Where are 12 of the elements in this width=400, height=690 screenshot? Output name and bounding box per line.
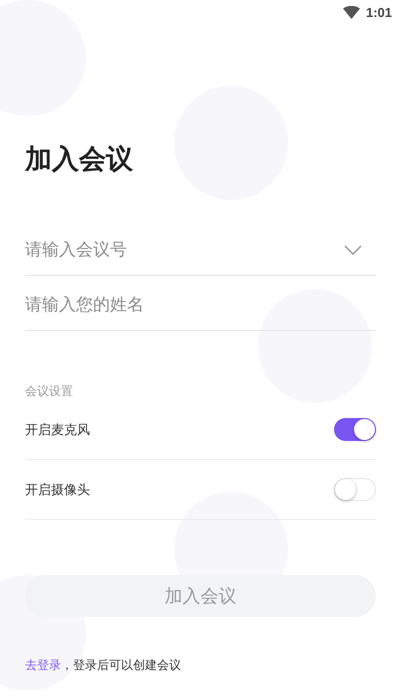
section-heading: 会议设置 [25, 383, 74, 400]
page-title: 加入会议 [25, 143, 134, 177]
wifi-icon [342, 6, 360, 18]
login-link[interactable]: 去登录 [25, 658, 61, 672]
login-hint: 去登录，登录后可以创建会议 [25, 657, 182, 674]
input-field[interactable]: 请输入您的姓名 [25, 295, 376, 315]
status-time: 1:01 [366, 4, 392, 20]
input-field[interactable]: 请输入会议号 [25, 240, 344, 260]
toggle-switch[interactable] [334, 418, 376, 441]
setting-label: 开启麦克风 [25, 422, 90, 438]
chevron-down-icon[interactable] [344, 245, 362, 255]
setting-label: 开启摄像头 [25, 482, 90, 498]
